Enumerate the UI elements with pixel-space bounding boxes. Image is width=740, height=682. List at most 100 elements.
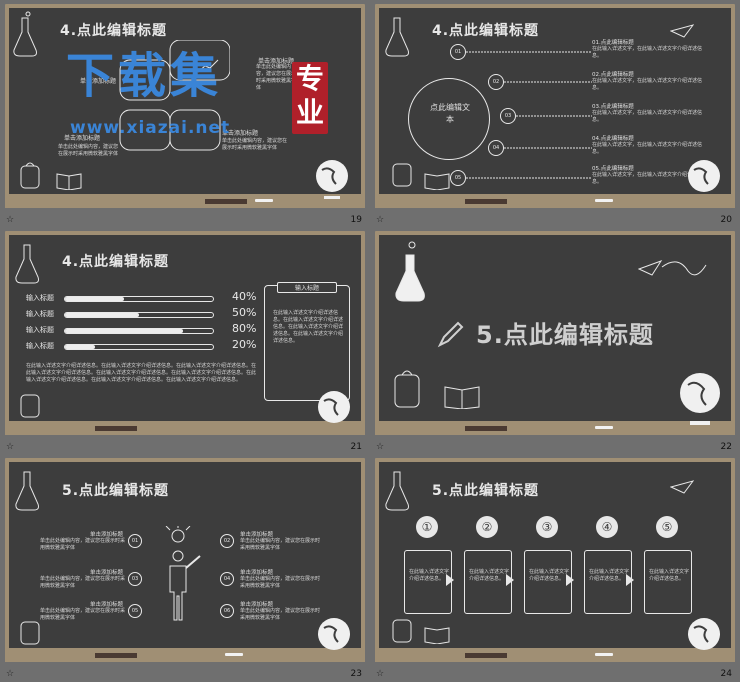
item-body: 在此输入详述文字，在此输入详述文字介绍详述信息。 [592, 142, 703, 155]
backpack-icon [392, 619, 412, 643]
bar-fill [65, 345, 95, 349]
step-text: 在此输入详述文字介绍详述信息。 [409, 569, 450, 582]
point-body: 单击此处编辑内容，建议您在展示时采用微软雅黑字体 [240, 608, 321, 621]
chalk-tray [375, 194, 735, 208]
page-number: 20 [720, 215, 732, 225]
text-b: 单击此处编辑内容，建议您在展示时采用微软雅黑字体 [256, 64, 297, 91]
star-icon[interactable]: ☆ [6, 669, 14, 679]
globe-icon [688, 618, 720, 650]
item-head: 03.点此编辑标题 [592, 104, 634, 110]
watermark-seal: 专 业 [292, 62, 328, 134]
chalk-stick [595, 653, 613, 656]
star-icon[interactable]: ☆ [6, 442, 14, 452]
point-number: 06 [220, 604, 234, 618]
star-icon[interactable]: ☆ [6, 215, 14, 225]
paper-plane-icon [638, 260, 707, 276]
item-body: 在此输入详述文字，在此输入详述文字介绍详述信息。 [592, 110, 703, 123]
book-icon [56, 173, 82, 190]
star-icon[interactable]: ☆ [376, 215, 384, 225]
bar-label: 输入标题 [26, 294, 54, 302]
slide-footer: ☆ 21 [0, 439, 370, 454]
point-number: 01 [128, 534, 142, 548]
star-icon[interactable]: ☆ [376, 442, 384, 452]
paper-plane-icon [670, 480, 694, 494]
point-head: 单击添加标题 [90, 532, 124, 538]
book-icon [424, 173, 450, 190]
chalk-stick [225, 653, 243, 656]
slide-title: 5.点此编辑标题 [432, 483, 540, 499]
bar-track [64, 344, 214, 350]
item-body: 在此输入详述文字，在此输入详述文字介绍详述信息。 [592, 46, 703, 59]
bar-percent: 80% [232, 322, 257, 335]
globe-icon [688, 160, 720, 192]
flask-doodle-icon [385, 471, 409, 511]
slide-21-thumbnail[interactable]: 4.点此编辑标题 输入标题 40% 输入标题 50% 输入标题 80% 输入标题… [0, 227, 370, 454]
step-number: ① [416, 516, 438, 538]
backpack-icon [392, 163, 412, 187]
point-body: 单击此处编辑内容，建议您在展示时采用微软雅黑字体 [40, 608, 126, 621]
eraser [95, 653, 137, 658]
slide-24-thumbnail[interactable]: 5.点此编辑标题 ① 在此输入详述文字介绍详述信息。 ② 在此输入详述文字介绍详… [370, 454, 740, 681]
center-text: 点此编辑文本 [430, 103, 470, 124]
flask-doodle-icon [13, 11, 37, 57]
point-head: 单击添加标题 [90, 570, 124, 576]
item-head: 01.点此编辑标题 [592, 40, 634, 46]
book-icon [444, 386, 480, 409]
point-body: 单击此处编辑内容，建议您在展示时采用微软雅黑字体 [40, 538, 126, 551]
bar-track [64, 312, 214, 318]
flask-doodle-icon [15, 471, 39, 511]
backpack-icon [20, 621, 40, 645]
step-number: ② [476, 516, 498, 538]
item-01: 01.点此编辑标题 在此输入详述文字，在此输入详述文字介绍详述信息。 [592, 38, 702, 60]
bar-label: 输入标题 [26, 342, 54, 350]
watermark-url: www.xiazai.net [70, 118, 231, 138]
step-box: 在此输入详述文字介绍详述信息。 [404, 550, 452, 614]
point-body: 单击此处编辑内容，建议您在展示时采用微软雅黑字体 [40, 576, 126, 589]
item-02: 02.点此编辑标题 在此输入详述文字，在此输入详述文字介绍详述信息。 [592, 70, 702, 92]
watermark-text: 下载集 [66, 48, 223, 104]
slide-footer: ☆ 23 [0, 666, 370, 681]
paper-plane-icon [670, 24, 694, 38]
backpack-icon [20, 162, 40, 189]
star-icon[interactable]: ☆ [376, 669, 384, 679]
person-with-lightbulb-icon [165, 526, 201, 621]
bar-percent: 40% [232, 290, 257, 303]
slide-footer: ☆ 24 [370, 666, 740, 681]
chalk-tray [375, 648, 735, 662]
steps-row: ① 在此输入详述文字介绍详述信息。 ② 在此输入详述文字介绍详述信息。 ③ 在此… [404, 516, 696, 614]
globe-icon [316, 160, 348, 199]
point-number: 02 [220, 534, 234, 548]
slide-footer: ☆ 20 [370, 212, 740, 227]
point-body: 单击此处编辑内容，建议您在展示时采用微软雅黑字体 [240, 576, 321, 589]
page-number: 21 [350, 442, 362, 452]
node-01: 01 [450, 44, 466, 60]
book-icon [424, 627, 450, 644]
node-05: 05 [450, 170, 466, 186]
chalk-tray [5, 194, 365, 208]
flask-doodle-icon [15, 244, 39, 284]
point-number: 05 [128, 604, 142, 618]
backpack-icon [20, 394, 40, 418]
page-number: 23 [350, 669, 362, 679]
text-a: 单击此处编辑内容，建议您在展示时采用微软雅黑字体 [58, 144, 119, 157]
slide-title: 5.点此编辑标题 [62, 483, 170, 499]
chalk-stick [595, 426, 613, 429]
chalk-stick [255, 199, 273, 202]
slide-23-thumbnail[interactable]: 5.点此编辑标题 单击添加标题 单击此处编辑内容，建议您在展示时采用微软雅黑字体… [0, 454, 370, 681]
slide-20-thumbnail[interactable]: 4.点此编辑标题 点此编辑文本 01 02 03 04 05 01.点此编辑标题… [370, 0, 740, 227]
slide-19-thumbnail[interactable]: 4.点此编辑标题 单击添加标题 单击添加标题 单击添加标题 单击添加标题 单击此… [0, 0, 370, 227]
slide-footer: ☆ 19 [0, 212, 370, 227]
step-number: ⑤ [656, 516, 678, 538]
point-head: 单击添加标题 [240, 570, 274, 576]
backpack-icon [394, 370, 420, 408]
slide-22-thumbnail[interactable]: 5.点此编辑标题 ☆ 22 [370, 227, 740, 454]
slide-title: 4.点此编辑标题 [432, 23, 540, 39]
item-head: 04.点此编辑标题 [592, 136, 634, 142]
pencil-icon [437, 321, 464, 348]
connector-lines [466, 51, 592, 179]
bar-track [64, 296, 214, 302]
chalk-stick [595, 199, 613, 202]
progress-row-3: 输入标题 80% [26, 322, 257, 337]
text-c: 单击此处编辑内容，建议您在展示时采用微软雅黑字体 [222, 138, 288, 151]
eraser [205, 199, 247, 204]
